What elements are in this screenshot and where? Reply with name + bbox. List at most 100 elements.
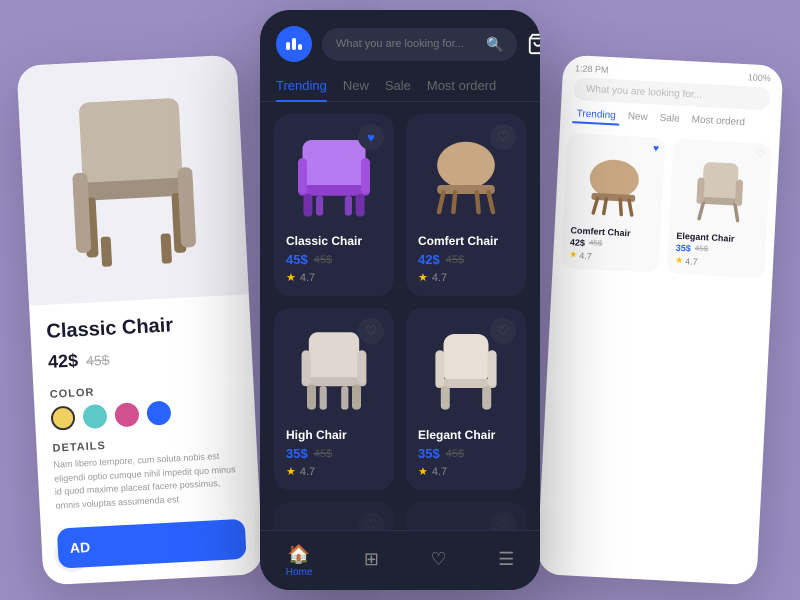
- right-browse-card: 1:28 PM 100% What you are looking for...…: [537, 55, 784, 586]
- right-time: 1:28 PM: [575, 63, 609, 75]
- home-icon: 🏠: [288, 544, 310, 565]
- elegant-chair-name: Elegant Chair: [418, 428, 514, 442]
- add-to-cart-button[interactable]: AD: [57, 519, 247, 569]
- high-chair-rating: ★ 4.7: [286, 465, 382, 478]
- elegant-chair-price-row: 35$ 45$: [418, 446, 514, 461]
- logo-bar-1: [286, 42, 290, 50]
- rating-value: 4.7: [579, 250, 592, 261]
- elegant-chair-price: 35$: [418, 446, 440, 461]
- color-section: COLOR: [49, 379, 239, 431]
- elegant-rating-num: 4.7: [432, 466, 447, 478]
- star-icon: ★: [675, 255, 684, 266]
- heart-empty-icon: ♡: [365, 323, 377, 339]
- right-elegant-old-price: 45$: [695, 243, 709, 253]
- elegant-chair-svg: [683, 152, 757, 226]
- nav-heart[interactable]: ♡: [430, 549, 446, 572]
- heart-filled-icon: ♥: [367, 130, 375, 145]
- elegant-heart-button[interactable]: ♡: [490, 318, 516, 344]
- right-header: 1:28 PM 100% What you are looking for...…: [560, 55, 783, 134]
- tab-new[interactable]: New: [343, 70, 369, 101]
- right-comfort-rating: ★ 4.7: [569, 249, 651, 264]
- color-dot-blue[interactable]: [146, 401, 171, 426]
- products-grid: ♥ Classic Chair 45$ 45$: [260, 114, 540, 564]
- product-card-high[interactable]: ♡ High Chair 35$ 45$ ★: [274, 308, 394, 490]
- comfort-chair-price: 42$: [418, 252, 440, 267]
- right-products-grid: ♥ Comfert Chair 42$ 45$ ★ 4.7: [552, 128, 779, 282]
- right-comfort-price: 42$: [570, 237, 586, 248]
- high-chair-price-row: 35$ 45$: [286, 446, 382, 461]
- classic-chair-illustration: [48, 76, 218, 284]
- cart-icon-svg: [527, 33, 540, 55]
- right-tab-new[interactable]: New: [623, 109, 652, 127]
- high-chair-old-price: 45$: [314, 448, 332, 460]
- color-dot-pink[interactable]: [114, 402, 139, 427]
- classic-rating-num: 4.7: [300, 272, 315, 284]
- right-tab-trending[interactable]: Trending: [572, 106, 620, 125]
- star-icon: ★: [418, 465, 428, 478]
- classic-chair-rating: ★ 4.7: [286, 271, 382, 284]
- star-icon: ★: [286, 271, 296, 284]
- center-header: 🔍: [260, 10, 540, 70]
- right-tabs: Trending New Sale Most orderd: [572, 106, 769, 133]
- heart-nav-icon: ♡: [430, 549, 446, 570]
- left-price-old: 45$: [86, 351, 110, 368]
- right-product-comfort[interactable]: ♥ Comfert Chair 42$ 45$ ★ 4.7: [561, 133, 666, 273]
- right-search-bar[interactable]: What you are looking for...: [573, 77, 770, 110]
- classic-chair-price-row: 45$ 45$: [286, 252, 382, 267]
- color-dot-yellow[interactable]: [50, 406, 75, 431]
- left-product-title: Classic Chair: [46, 311, 235, 344]
- elegant-chair-rating: ★ 4.7: [418, 465, 514, 478]
- tab-trending[interactable]: Trending: [276, 70, 327, 101]
- nav-grid[interactable]: ⊞: [364, 549, 379, 572]
- product-card-elegant[interactable]: ♡ Elegant Chair 35$ 45$ ★ 4.7: [406, 308, 526, 490]
- classic-chair-name: Classic Chair: [286, 234, 382, 248]
- tab-sale[interactable]: Sale: [385, 70, 411, 101]
- product-card-classic[interactable]: ♥ Classic Chair 45$ 45$: [274, 114, 394, 296]
- right-elegant-price: 35$: [676, 243, 692, 254]
- details-text: Nam libero tempore, cum soluta nobis est…: [53, 449, 244, 513]
- left-card-info: Classic Chair 42$ 45$ COLOR DETAILS Nam …: [29, 294, 260, 529]
- high-chair-name: High Chair: [286, 428, 382, 442]
- nav-home-label: Home: [286, 567, 313, 578]
- right-tab-sale[interactable]: Sale: [655, 111, 684, 129]
- star-icon: ★: [418, 271, 428, 284]
- color-dot-teal[interactable]: [82, 404, 107, 429]
- right-heart-comfort[interactable]: ♥: [653, 143, 660, 154]
- search-bar[interactable]: 🔍: [322, 28, 517, 61]
- color-dots: [50, 397, 239, 431]
- comfort-rating-num: 4.7: [432, 272, 447, 284]
- app-logo: [276, 26, 312, 62]
- star-icon: ★: [286, 465, 296, 478]
- classic-heart-button[interactable]: ♥: [358, 124, 384, 150]
- cart-button[interactable]: [527, 30, 540, 58]
- high-heart-button[interactable]: ♡: [358, 318, 384, 344]
- star-icon: ★: [569, 249, 578, 260]
- right-comfort-img: [571, 141, 657, 225]
- add-label: AD: [69, 539, 90, 556]
- comfort-chair-price-row: 42$ 45$: [418, 252, 514, 267]
- heart-empty-icon: ♡: [497, 323, 509, 339]
- tab-mostorderd[interactable]: Most orderd: [427, 70, 496, 101]
- right-battery: 100%: [748, 72, 772, 83]
- right-product-elegant[interactable]: ♡ Elegant Chair 35$ 45$ ★ 4.7: [666, 138, 771, 278]
- left-price-current: 42$: [48, 350, 79, 373]
- left-detail-card: Classic Chair 42$ 45$ COLOR DETAILS Nam …: [17, 55, 264, 586]
- details-section: DETAILS Nam libero tempore, cum soluta n…: [52, 433, 243, 513]
- comfort-heart-button[interactable]: ♡: [490, 124, 516, 150]
- comfort-chair-name: Comfert Chair: [418, 234, 514, 248]
- search-input[interactable]: [336, 38, 478, 50]
- product-card-comfort[interactable]: ♡ Comfert Chair 42$ 45$ ★ 4.7: [406, 114, 526, 296]
- high-chair-price: 35$: [286, 446, 308, 461]
- right-tab-mostorderd[interactable]: Most orderd: [687, 112, 749, 132]
- left-chair-image: [17, 55, 249, 306]
- left-price-row: 42$ 45$: [48, 342, 237, 373]
- center-tabs: Trending New Sale Most orderd: [260, 70, 540, 102]
- high-rating-num: 4.7: [300, 466, 315, 478]
- nav-home[interactable]: 🏠 Home: [286, 544, 313, 578]
- rating-value: 4.7: [685, 256, 698, 267]
- nav-menu[interactable]: ☰: [498, 549, 514, 572]
- right-elegant-img: [677, 147, 763, 231]
- classic-chair-old-price: 45$: [314, 254, 332, 266]
- heart-empty-icon: ♡: [497, 129, 509, 145]
- right-heart-elegant[interactable]: ♡: [756, 149, 766, 160]
